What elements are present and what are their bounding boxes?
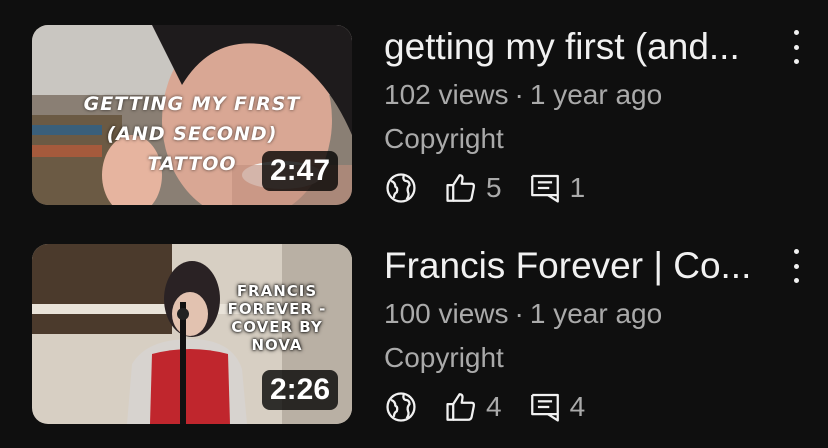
video-meta: 102 views · 1 year ago <box>384 78 784 112</box>
thumbs-up-icon <box>446 174 476 202</box>
visibility-status <box>384 171 418 205</box>
view-count: 100 views <box>384 298 509 329</box>
video-info: Francis Forever | Co... 100 views · 1 year… <box>384 241 784 429</box>
like-count: 4 <box>444 390 502 424</box>
comment-count: 4 <box>528 390 586 424</box>
restriction-label[interactable]: Copyright <box>384 341 784 375</box>
video-stats: 5 1 <box>384 166 784 210</box>
like-count-value: 4 <box>486 391 502 422</box>
globe-icon <box>386 392 416 422</box>
more-options-button[interactable] <box>786 249 806 283</box>
more-dot <box>793 59 799 64</box>
thumbnail-overlay-text: FRANCIS FOREVER - COVER BY NOVA <box>227 282 327 354</box>
more-options-button[interactable] <box>786 30 806 64</box>
video-thumbnail[interactable]: FRANCIS FOREVER - COVER BY NOVA 2:26 <box>32 244 352 424</box>
video-title[interactable]: getting my first (and... <box>384 24 766 70</box>
comment-count: 1 <box>528 171 586 205</box>
comment-icon <box>530 393 559 422</box>
duration-badge: 2:47 <box>261 151 338 191</box>
thumbs-up-icon <box>446 393 476 421</box>
more-dot <box>793 30 799 35</box>
comment-icon <box>530 174 559 203</box>
like-count-value: 5 <box>486 172 502 203</box>
meta-separator: · <box>514 79 524 110</box>
comment-count-value: 4 <box>569 391 586 422</box>
view-count: 102 views <box>384 79 509 110</box>
upload-age: 1 year ago <box>529 79 663 110</box>
upload-age: 1 year ago <box>529 298 663 329</box>
video-info: getting my first (and... 102 views · 1 yea… <box>384 22 784 210</box>
meta-separator: · <box>514 298 524 329</box>
more-dot <box>793 44 799 50</box>
duration-badge: 2:26 <box>261 370 338 410</box>
more-dot <box>793 278 799 283</box>
comment-count-value: 1 <box>569 172 586 203</box>
video-meta: 100 views · 1 year ago <box>384 297 784 331</box>
video-thumbnail[interactable]: GETTING MY FIRST (AND SECOND) TATTOO 2:4… <box>32 25 352 205</box>
more-dot <box>793 263 799 269</box>
video-stats: 4 4 <box>384 385 784 429</box>
globe-icon <box>386 173 416 203</box>
more-dot <box>793 249 799 254</box>
like-count: 5 <box>444 171 502 205</box>
visibility-status <box>384 390 418 424</box>
restriction-label[interactable]: Copyright <box>384 122 784 156</box>
video-row[interactable]: FRANCIS FOREVER - COVER BY NOVA 2:26 Fra… <box>0 241 828 426</box>
video-row[interactable]: GETTING MY FIRST (AND SECOND) TATTOO 2:4… <box>0 22 828 207</box>
video-title[interactable]: Francis Forever | Co... <box>384 243 766 289</box>
